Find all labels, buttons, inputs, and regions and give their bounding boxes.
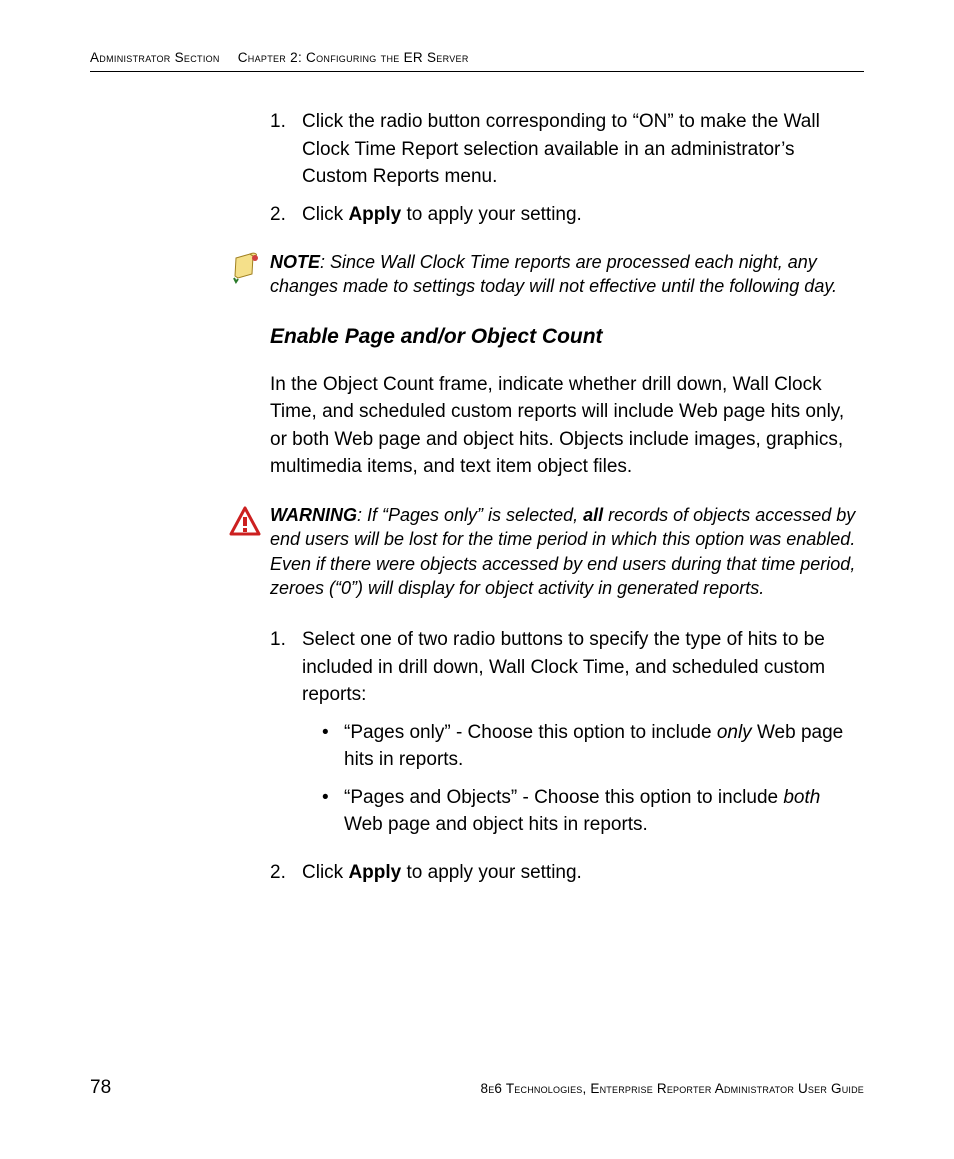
warning-text: WARNING: If “Pages only” is selected, al… [270,503,856,600]
step-1b: 1. Select one of two radio buttons to sp… [270,626,856,849]
paragraph: In the Object Count frame, indicate whet… [270,371,856,481]
ordered-list-2: 1. Select one of two radio buttons to sp… [270,626,856,886]
bullet-marker: • [322,784,344,839]
step-2b: 2. Click Apply to apply your setting. [270,859,856,887]
step-number: 1. [270,108,302,191]
page: Administrator Section Chapter 2: Configur… [0,0,954,1159]
note-text: NOTE: Since Wall Clock Time reports are … [270,250,856,299]
step-text: Select one of two radio buttons to speci… [302,626,856,849]
header-section: Administrator Section [90,50,220,65]
step-text: Click the radio button corresponding to … [302,108,856,191]
bullet-marker: • [322,719,344,774]
note-callout: NOTE: Since Wall Clock Time reports are … [228,250,856,299]
footer-text: 8e6 Technologies, Enterprise Reporter Ad… [481,1081,864,1096]
warning-label: WARNING [270,505,357,525]
note-icon [228,252,262,291]
step-text: Click Apply to apply your setting. [302,859,856,887]
content-area: 1. Click the radio button corresponding … [270,108,856,887]
step-1: 1. Click the radio button corresponding … [270,108,856,191]
apply-label: Apply [348,204,401,225]
warning-callout: WARNING: If “Pages only” is selected, al… [228,503,856,600]
page-footer: 78 8e6 Technologies, Enterprise Reporter… [90,1077,864,1099]
header-chapter: Chapter 2: Configuring the ER Server [238,50,469,65]
bullet-2: • “Pages and Objects” - Choose this opti… [322,784,856,839]
bullet-1: • “Pages only” - Choose this option to i… [322,719,856,774]
step-text: Click Apply to apply your setting. [302,201,856,229]
step-number: 2. [270,201,302,229]
bullet-text: “Pages and Objects” - Choose this option… [344,784,856,839]
step-2: 2. Click Apply to apply your setting. [270,201,856,229]
note-label: NOTE [270,252,320,272]
page-header: Administrator Section Chapter 2: Configur… [90,50,864,72]
ordered-list-1: 1. Click the radio button corresponding … [270,108,856,228]
section-heading: Enable Page and/or Object Count [270,325,856,349]
warning-icon [228,505,262,544]
step-number: 2. [270,859,302,887]
apply-label: Apply [348,862,401,883]
page-number: 78 [90,1077,111,1099]
step-number: 1. [270,626,302,849]
bullet-text: “Pages only” - Choose this option to inc… [344,719,856,774]
